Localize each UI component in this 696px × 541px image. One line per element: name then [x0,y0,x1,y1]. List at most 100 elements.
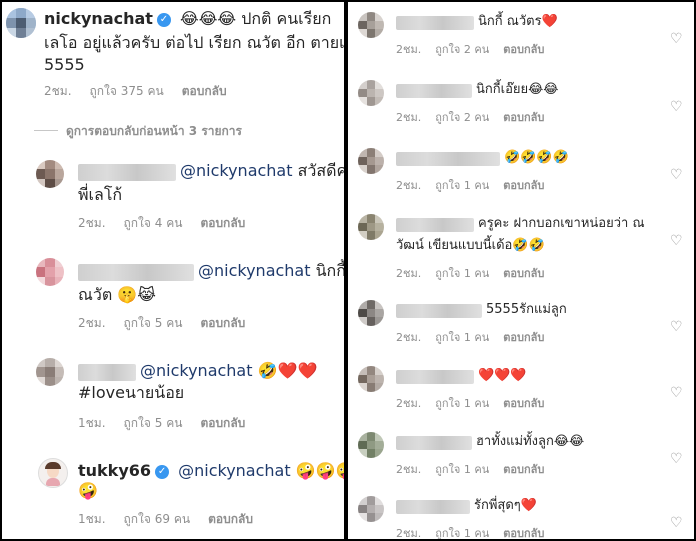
reply-avatar[interactable] [36,258,64,286]
heart-outline-icon[interactable]: ♡ [670,386,684,400]
comment-meta: 2ชม. ถูกใจ 2 คน ตอบกลับ [396,108,558,126]
like-count[interactable]: ถูกใจ 2 คน [435,111,489,124]
comment-text: นิกกี้เอ๊ยย😂😂 [476,82,559,97]
reply-1-line2: พี่เลโก้ [78,185,123,204]
reply-button[interactable]: ตอบกลับ [200,416,245,430]
comment-meta: 2ชม. ถูกใจ 1 คน ตอบกลับ [396,264,558,282]
blurred-username [78,364,136,381]
main-comment-meta: 2ชม. ถูกใจ 375 คน ตอบกลับ [44,82,245,101]
like-count[interactable]: ถูกใจ 2 คน [435,43,489,56]
comment-time: 2ชม. [44,84,72,98]
reply-button[interactable]: ตอบกลับ [503,397,544,410]
heart-outline-icon[interactable]: ♡ [670,32,684,46]
reply-avatar[interactable] [358,300,384,326]
reply-button[interactable]: ตอบกลับ [503,111,544,124]
comment-meta: 2ชม. ถูกใจ 1 คน ตอบกลับ [396,394,558,412]
reply-button[interactable]: ตอบกลับ [503,527,544,539]
comment-meta: 2ชม. ถูกใจ 1 คน ตอบกลับ [396,524,558,539]
heart-outline-icon[interactable]: ♡ [670,452,684,466]
reply-1-meta: 2ชม. ถูกใจ 4 คน ตอบกลับ [78,214,263,233]
reply-avatar[interactable] [358,12,384,38]
username[interactable]: nickynachat [44,9,153,28]
comment-time: 2ชม. [396,331,422,344]
blurred-username [78,164,176,181]
comment-text: ฮาทั้งแม่ทั้งลูก😂😂 [476,434,585,449]
comment-text: ❤️❤️❤️ [478,368,527,383]
reply-4-meta: 1ชม. ถูกใจ 69 คน ตอบกลับ [78,510,271,529]
like-count[interactable]: ถูกใจ 375 คน [90,84,164,98]
blurred-username [396,436,472,450]
reply-avatar[interactable] [36,160,64,188]
mention-link[interactable]: @nickynachat [178,461,291,480]
comment-text: 🤣🤣🤣🤣 [504,150,569,165]
reply-button[interactable]: ตอบกลับ [503,331,544,344]
blurred-username [396,152,500,166]
comment-meta: 2ชม. ถูกใจ 1 คน ตอบกลับ [396,460,558,478]
reply-avatar[interactable] [358,214,384,240]
comment-time: 2ชม. [78,216,106,230]
reply-button[interactable]: ตอบกลับ [503,43,544,56]
reply-button[interactable]: ตอบกลับ [208,512,253,526]
verified-badge-icon: ✓ [156,12,171,27]
heart-outline-icon[interactable]: ♡ [670,234,684,248]
reply-button[interactable]: ตอบกลับ [182,84,227,98]
mention-link[interactable]: @nickynachat [140,361,253,380]
username[interactable]: tukky66 [78,461,151,480]
reply-3-meta: 1ชม. ถูกใจ 5 คน ตอบกลับ [78,414,263,433]
blurred-username [396,500,470,514]
reply-button[interactable]: ตอบกลับ [503,179,544,192]
mention-link[interactable]: @nickynachat [180,161,293,180]
comment-time: 1ชม. [78,512,106,526]
reply-avatar[interactable] [358,148,384,174]
like-count[interactable]: ถูกใจ 5 คน [124,316,183,330]
like-count[interactable]: ถูกใจ 4 คน [124,216,183,230]
main-comment-line1: nickynachat ✓ 😂😂😂 ปกติ คนเรียก [44,8,331,30]
view-previous-replies[interactable]: ดูการตอบกลับก่อนหน้า 3 รายการ [66,122,242,141]
like-count[interactable]: ถูกใจ 1 คน [435,331,489,344]
like-count[interactable]: ถูกใจ 1 คน [435,527,489,539]
reply-avatar[interactable] [358,80,384,106]
avatar-pixels [358,12,384,38]
avatar-pixels [358,148,384,174]
blurred-username [396,16,474,30]
reply-avatar[interactable] [358,366,384,392]
blurred-username [396,304,482,318]
heart-outline-icon[interactable]: ♡ [670,100,684,114]
like-count[interactable]: ถูกใจ 1 คน [435,267,489,280]
reply-2-meta: 2ชม. ถูกใจ 5 คน ตอบกลับ [78,314,263,333]
like-count[interactable]: ถูกใจ 69 คน [124,512,191,526]
reply-button[interactable]: ตอบกลับ [503,463,544,476]
reply-button[interactable]: ตอบกลับ [200,216,245,230]
like-count[interactable]: ถูกใจ 1 คน [435,397,489,410]
verified-badge-icon: ✓ [155,464,170,479]
reply-avatar[interactable] [36,358,64,386]
avatar-body [46,478,60,486]
tukky66-avatar[interactable] [38,458,68,488]
right-comment-panel: นิกกี้ ณวัตร❤️ 2ชม. ถูกใจ 2 คน ตอบกลับ ♡ นิกก… [348,2,694,539]
reply-button[interactable]: ตอบกลับ [503,267,544,280]
reply-avatar[interactable] [358,496,384,522]
reply-button[interactable]: ตอบกลับ [200,316,245,330]
reply-3-line2: #loveนายน้อย [78,383,185,402]
avatar-pixels [358,80,384,106]
comment-meta: 2ชม. ถูกใจ 1 คน ตอบกลับ [396,176,558,194]
comment-text: 5555รักแม่ลูก [486,302,567,317]
like-count[interactable]: ถูกใจ 1 คน [435,463,489,476]
reply-text: นิกกี้ [315,261,344,280]
reply-avatar[interactable] [358,432,384,458]
nickynachat-avatar[interactable] [6,8,36,38]
main-comment-line3: 5555 [44,55,85,74]
avatar-pixels [358,366,384,392]
avatar-hair [45,462,61,469]
mention-link[interactable]: @nickynachat [198,261,311,280]
comment-text: รักพี่สุดๆ❤️ [474,498,537,513]
avatar-pixels [358,496,384,522]
comment-meta: 2ชม. ถูกใจ 1 คน ตอบกลับ [396,328,558,346]
like-count[interactable]: ถูกใจ 5 คน [124,416,183,430]
heart-outline-icon[interactable]: ♡ [670,168,684,182]
heart-outline-icon[interactable]: ♡ [670,320,684,334]
left-comment-panel: nickynachat ✓ 😂😂😂 ปกติ คนเรียก เลโอ อยู่แ… [2,2,344,539]
heart-outline-icon[interactable]: ♡ [670,516,684,530]
comment-time: 2ชม. [396,527,422,539]
like-count[interactable]: ถูกใจ 1 คน [435,179,489,192]
